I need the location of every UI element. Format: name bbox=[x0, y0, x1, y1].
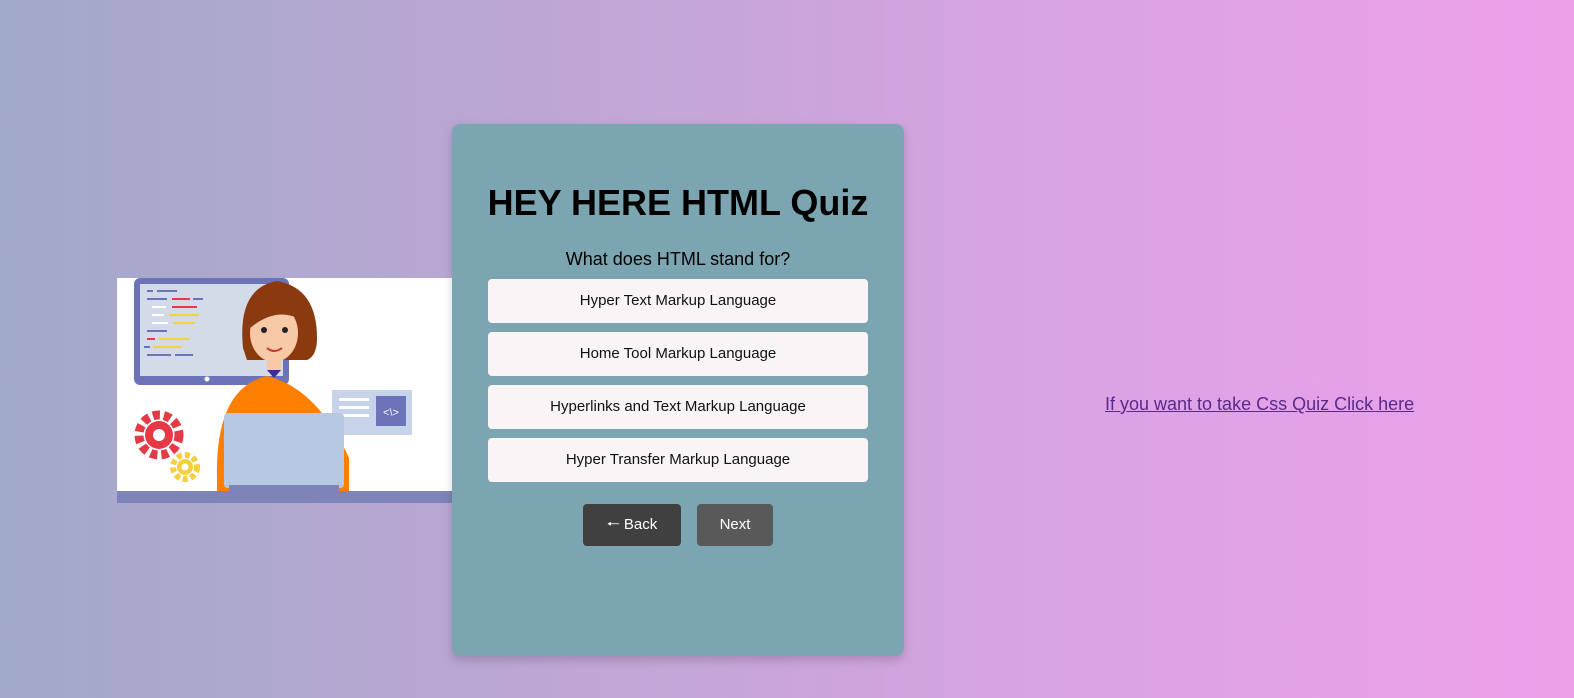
css-quiz-link[interactable]: If you want to take Css Quiz Click here bbox=[1105, 394, 1414, 415]
red-gear-icon bbox=[134, 410, 184, 460]
back-button[interactable]: 🠐 Back bbox=[583, 504, 681, 546]
arrow-left-icon: 🠐 bbox=[606, 516, 620, 533]
code-tag-text: <\> bbox=[383, 407, 399, 419]
back-button-label: Back bbox=[623, 516, 658, 533]
answer-option-2[interactable]: Home Tool Markup Language bbox=[488, 332, 868, 376]
monitor-dot bbox=[204, 376, 210, 382]
quiz-title: HEY HERE HTML Quiz bbox=[487, 182, 869, 223]
answer-option-3[interactable]: Hyperlinks and Text Markup Language bbox=[488, 385, 868, 429]
desk bbox=[117, 491, 453, 503]
answer-option-4[interactable]: Hyper Transfer Markup Language bbox=[488, 438, 868, 482]
quiz-card: HEY HERE HTML Quiz What does HTML stand … bbox=[452, 124, 904, 656]
answer-option-1[interactable]: Hyper Text Markup Language bbox=[488, 279, 868, 323]
laptop-icon bbox=[224, 413, 344, 488]
developer-illustration-svg: <\> bbox=[117, 278, 453, 503]
answer-options: Hyper Text Markup Language Home Tool Mar… bbox=[488, 279, 868, 491]
developer-illustration: <\> bbox=[117, 278, 453, 503]
next-button[interactable]: Next bbox=[697, 504, 773, 546]
quiz-navigation: 🠐 Back Next bbox=[452, 504, 904, 546]
question-text: What does HTML stand for? bbox=[565, 249, 791, 269]
yellow-gear-icon bbox=[170, 452, 200, 482]
